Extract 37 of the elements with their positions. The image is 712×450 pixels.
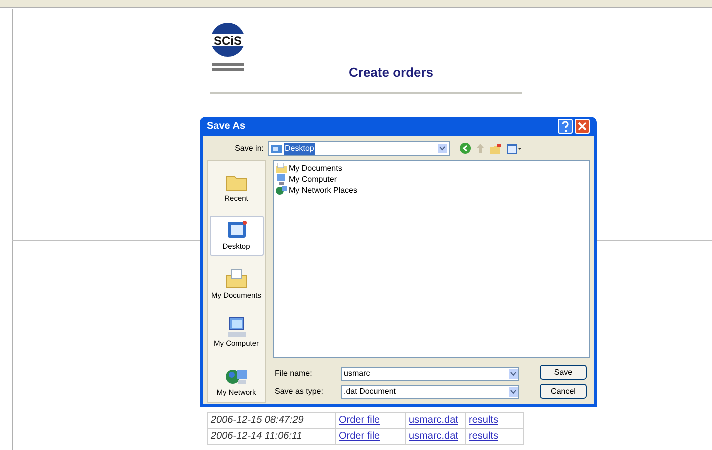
dialog-button[interactable]: Cancel: [540, 384, 587, 399]
back-icon[interactable]: [460, 143, 471, 154]
view-menu-icon[interactable]: [507, 144, 522, 154]
order-date-cell: 2006-12-14 11:06:11: [208, 428, 336, 444]
dropdown-arrow-icon: [509, 369, 518, 379]
dat-file-link[interactable]: usmarc.dat: [406, 412, 466, 428]
order-date-cell: 2006-12-15 08:47:29: [208, 412, 336, 428]
close-button[interactable]: [575, 119, 590, 134]
computer-icon: [276, 174, 287, 185]
save-in-value: Desktop: [284, 142, 316, 154]
dialog-title: Save As: [207, 120, 246, 134]
documents-folder-icon: [276, 163, 287, 174]
close-icon: [578, 122, 587, 131]
save-in-label: Save in:: [234, 142, 265, 154]
file-item[interactable]: My Network Places: [289, 184, 358, 196]
save-as-type-label: Save as type:: [275, 386, 324, 398]
dialog-button[interactable]: Save: [540, 365, 587, 380]
desktop-icon: [271, 144, 282, 154]
new-folder-icon[interactable]: [490, 144, 502, 154]
results-link[interactable]: results: [466, 428, 524, 444]
order-file-link[interactable]: Order file: [336, 428, 406, 444]
order-file-link[interactable]: Order file: [336, 412, 406, 428]
page-title: Create orders: [349, 64, 434, 82]
file-name-label: File name:: [275, 368, 314, 380]
dat-file-link[interactable]: usmarc.dat: [406, 428, 466, 444]
file-item[interactable]: My Documents: [289, 162, 342, 174]
documents-folder-icon: [224, 268, 248, 290]
file-name-field[interactable]: usmarc: [341, 367, 519, 381]
question-icon: [561, 121, 570, 132]
dropdown-arrow-icon: [509, 387, 518, 397]
dropdown-arrow-icon: [438, 144, 447, 153]
network-icon: [276, 185, 287, 196]
save-as-type-dropdown[interactable]: .dat Document: [341, 385, 519, 399]
results-link[interactable]: results: [466, 412, 524, 428]
save-in-dropdown[interactable]: Desktop: [268, 141, 450, 156]
file-item[interactable]: My Computer: [289, 174, 338, 186]
help-button[interactable]: [558, 119, 573, 134]
